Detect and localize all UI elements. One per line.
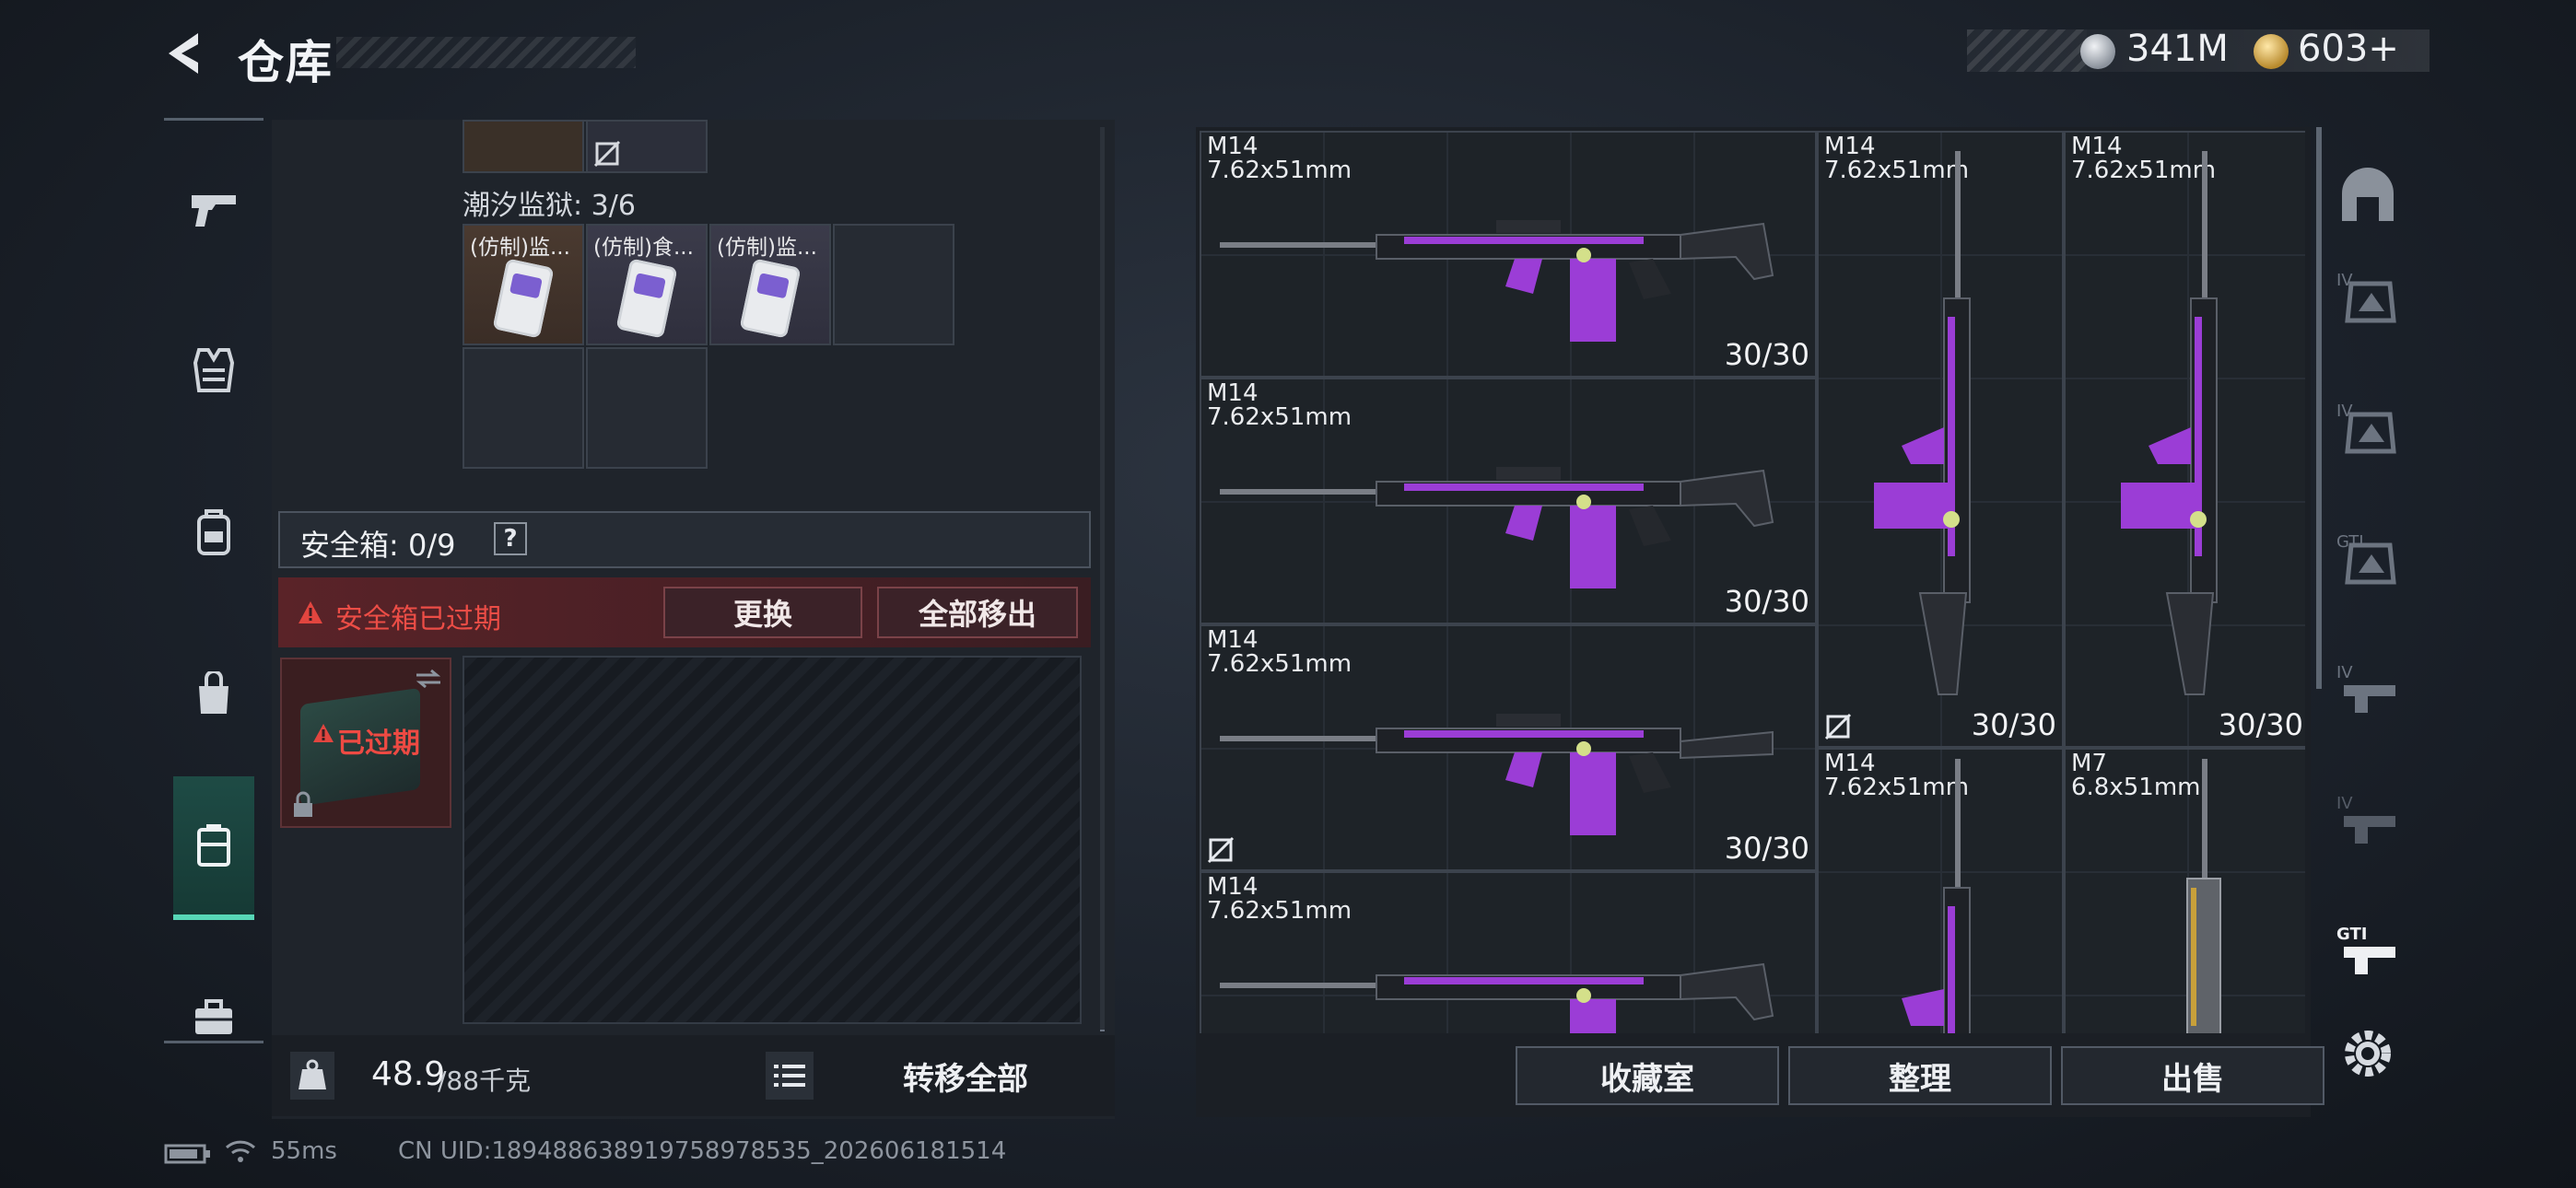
nav-bag-tab[interactable] (173, 624, 254, 763)
rifle-image (1220, 220, 1774, 342)
battery-icon (164, 1144, 210, 1164)
sort-button[interactable]: 整理 (1788, 1046, 2052, 1105)
wifi-icon (225, 1140, 256, 1162)
weapon-item[interactable]: M14 7.62x51mm 30/30 (1200, 131, 1817, 378)
back-arrow-icon (169, 33, 198, 74)
back-button[interactable] (161, 26, 217, 81)
filter-tier-iv-weapon-icon[interactable]: IV (2335, 658, 2401, 724)
weapon-item[interactable]: M14 7.62x51mm (1817, 748, 2064, 1033)
weapon-item[interactable]: M7 6.8x51mm (2064, 748, 2305, 1033)
replace-button[interactable]: 更换 (663, 587, 862, 638)
weight-capacity: /88千克 (438, 1066, 532, 1096)
gold-coin-icon (2254, 34, 2289, 69)
silver-coin-icon (2080, 34, 2115, 69)
help-icon[interactable]: ? (494, 522, 527, 555)
expired-tag: 已过期 (337, 728, 420, 760)
safe-box-capacity: 安全箱: 0/9 (300, 528, 456, 563)
armor-vest-icon (193, 348, 235, 392)
weapon-item[interactable]: M14 7.62x51mm (1200, 871, 1817, 1033)
svg-text:IV: IV (2336, 794, 2353, 813)
page-title: 仓库 (238, 36, 334, 89)
svg-text:GTI: GTI (2336, 925, 2367, 944)
safe-box-header: 安全箱: 0/9 ? (278, 511, 1091, 568)
item-slot[interactable]: (仿制)监... (709, 224, 831, 345)
weight-value: 48.9 (371, 1055, 446, 1093)
weight-bar: 48.9 /88千克 转移全部 (272, 1035, 1115, 1116)
safe-box-locked-grid (463, 656, 1082, 1024)
currency-decoration (1967, 29, 2087, 72)
silver-currency-value: 341M (2126, 28, 2229, 70)
backpack-icon (197, 509, 230, 555)
rifle-image (1220, 714, 1774, 835)
weapon-item[interactable]: M14 7.62x51mm 30/30 (1817, 131, 2064, 748)
warning-icon (299, 601, 322, 623)
rifle-image (2121, 151, 2218, 695)
weapon-item[interactable]: M14 7.62x51mm 30/30 (1200, 624, 1817, 871)
prison-label: 潮汐监狱: 3/6 (463, 190, 636, 222)
filter-all-icon[interactable] (2335, 164, 2401, 230)
weight-icon (299, 1059, 326, 1089)
collection-room-button[interactable]: 收藏室 (1516, 1046, 1779, 1105)
no-trade-icon (1824, 713, 1852, 740)
list-icon (774, 1065, 805, 1087)
filter-gti-weapon-icon[interactable]: GTI (2335, 919, 2401, 985)
filter-gti-icon[interactable]: GTI (2335, 527, 2401, 593)
weapon-item[interactable]: M14 7.62x51mm 30/30 (2064, 131, 2305, 748)
toolbox-icon (195, 999, 232, 1034)
stash-scrollbar[interactable] (2316, 127, 2322, 689)
nav-top-divider (164, 118, 263, 121)
left-scroll-track (1100, 127, 1105, 1030)
nav-toolbox-tab[interactable] (173, 949, 254, 1087)
empty-slot[interactable] (586, 347, 708, 469)
keycard-icon (615, 258, 678, 339)
safe-box-icon (197, 824, 230, 867)
filter-tier-iv-icon[interactable]: IV (2335, 396, 2401, 462)
item-slot[interactable]: (仿制)食... (586, 224, 708, 345)
remove-all-button[interactable]: 全部移出 (877, 587, 1078, 638)
lock-icon (294, 791, 312, 817)
weight-icon-box (290, 1052, 334, 1100)
rifle-image (1874, 151, 1971, 695)
rifle-image (1220, 962, 1774, 1033)
warning-icon (313, 724, 334, 742)
rifle-image (1902, 759, 1971, 1033)
sell-button[interactable]: 出售 (2061, 1046, 2324, 1105)
uid-text: CN UID:1894886389197589785​35_2026061815… (398, 1137, 1007, 1165)
rifle-image (1220, 467, 1774, 588)
nav-weapon-tab[interactable] (173, 140, 254, 278)
settings-gear-icon[interactable] (2335, 1020, 2401, 1087)
no-trade-icon (1207, 836, 1235, 864)
bag-icon (199, 671, 228, 714)
empty-slot[interactable] (833, 224, 954, 345)
swap-icon (416, 669, 441, 689)
expired-warning-text: 安全箱已过期 (335, 603, 501, 635)
list-view-button[interactable] (766, 1052, 814, 1100)
nav-safe-box-tab[interactable] (173, 776, 254, 920)
ping-text: 55ms (271, 1137, 337, 1165)
keycard-icon (739, 258, 802, 339)
filter-tier-iv-weapon-icon[interactable]: IV (2335, 788, 2401, 855)
transfer-all-button[interactable]: 转移全部 (903, 1054, 1028, 1099)
title-decoration (336, 37, 636, 68)
item-row-border (463, 120, 708, 173)
empty-slot[interactable] (463, 347, 584, 469)
safe-box-case[interactable]: 已过期 (280, 658, 451, 828)
keycard-icon (492, 258, 555, 339)
pistol-icon (192, 195, 236, 227)
item-slot[interactable]: (仿制)监... (463, 224, 584, 345)
nav-backpack-tab[interactable] (173, 463, 254, 601)
nav-armor-tab[interactable] (173, 301, 254, 439)
filter-tier-iv-icon[interactable]: IV (2335, 265, 2401, 332)
stash-grid: M14 7.62x51mm 30/30 M14 7.62x51mm 30/30 … (1200, 131, 2305, 1033)
expired-warning-bar: 安全箱已过期 更换 全部移出 (278, 577, 1091, 647)
gold-currency-value[interactable]: 603+ (2298, 28, 2399, 70)
weapon-item[interactable]: M14 7.62x51mm 30/30 (1200, 378, 1817, 624)
rifle-image (2186, 759, 2221, 1033)
svg-text:IV: IV (2336, 663, 2353, 682)
